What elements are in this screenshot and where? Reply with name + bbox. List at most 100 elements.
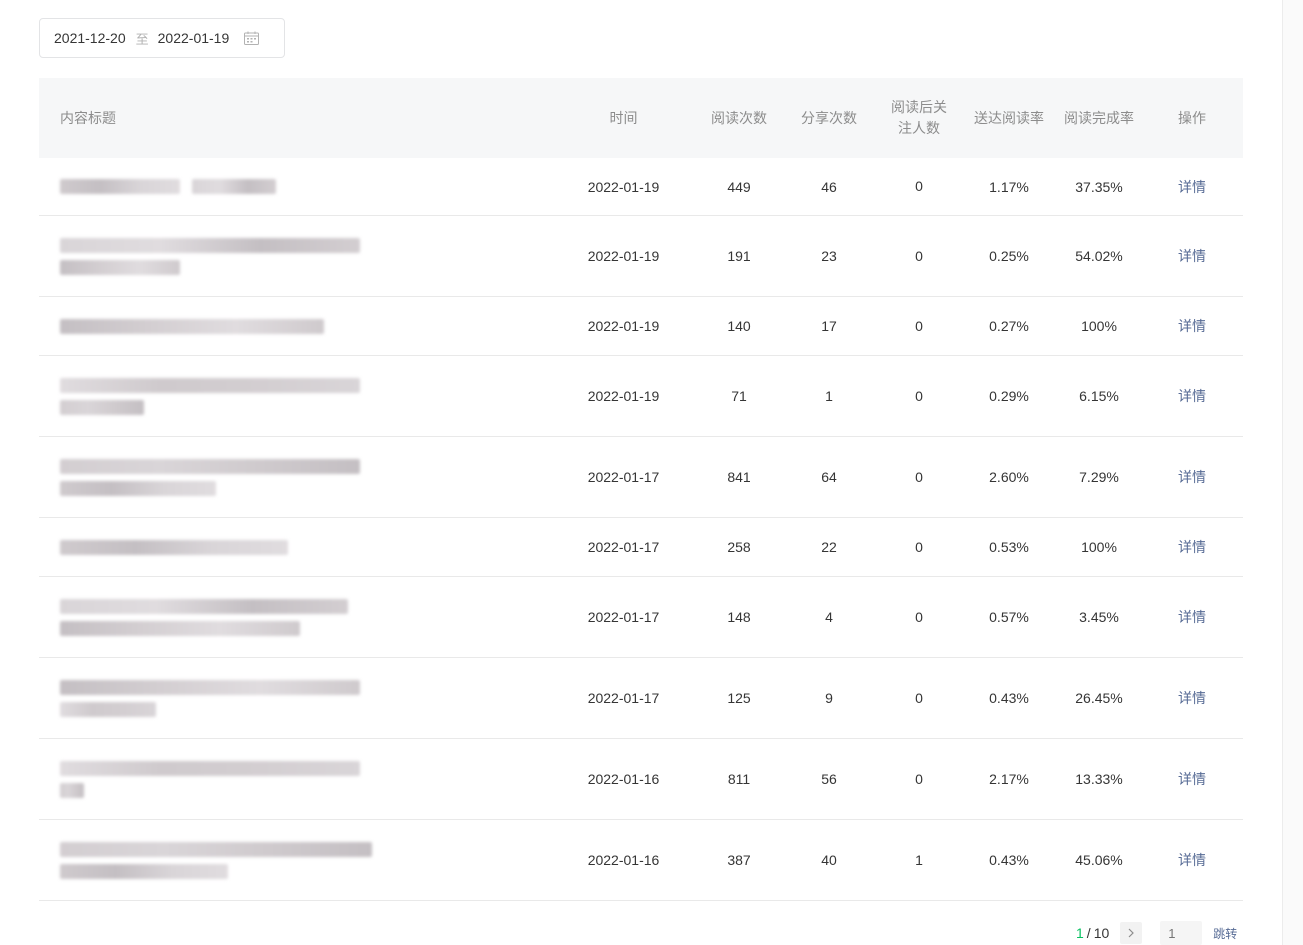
cell-delivery-rate: 2.17% [989, 771, 1029, 787]
cell-shares: 56 [821, 771, 837, 787]
cell-follows: 0 [915, 608, 923, 625]
cell-action: 详情 [1141, 177, 1243, 197]
cell-completion-rate: 3.45% [1079, 609, 1119, 625]
detail-link[interactable]: 详情 [1178, 248, 1206, 264]
cell-delivery-rate: 0.25% [989, 248, 1029, 264]
pagination: 1 / 10 跳转 [1076, 921, 1237, 945]
cell-delivery-rate: 0.53% [989, 539, 1029, 555]
cell-title-redacted [39, 377, 550, 415]
cell-completion-rate: 26.45% [1075, 690, 1123, 706]
jump-button[interactable]: 跳转 [1213, 925, 1237, 942]
redacted-title-text [60, 458, 360, 474]
cell-action: 详情 [1141, 246, 1243, 266]
date-range-separator: 至 [135, 31, 149, 47]
cell-completion-rate: 6.15% [1079, 388, 1119, 404]
next-page-button[interactable] [1120, 922, 1143, 944]
redacted-title-text [192, 179, 276, 194]
cell-time: 2022-01-17 [587, 539, 660, 555]
cell-follows: 0 [915, 387, 923, 404]
cell-completion-rate: 100% [1081, 318, 1117, 334]
cell-follows: 0 [915, 247, 923, 264]
cell-time: 2022-01-19 [587, 178, 660, 195]
date-range-picker[interactable]: 2021-12-20 至 2022-01-19 [39, 18, 285, 58]
table-row: 2022-01-19 140 17 0 0.27% 100% 详情 [39, 297, 1243, 356]
cell-shares: 40 [821, 852, 837, 868]
cell-completion-rate: 54.02% [1075, 248, 1123, 264]
cell-action: 详情 [1141, 607, 1243, 627]
redacted-title-text [60, 399, 144, 415]
cell-reads: 811 [727, 771, 751, 787]
page-number-input[interactable] [1160, 921, 1203, 945]
cell-completion-rate: 13.33% [1075, 771, 1123, 787]
cell-title-redacted [39, 539, 550, 555]
redacted-title-text [60, 377, 360, 393]
redacted-title-text [60, 237, 360, 253]
chevron-right-icon [1128, 928, 1135, 938]
table-body: 2022-01-19 449 46 0 1.17% 37.35% 详情 2022-01-19 1… [39, 158, 1243, 901]
header-action: 操作 [1178, 110, 1206, 126]
cell-action: 详情 [1141, 467, 1243, 487]
cell-title-redacted [39, 458, 550, 496]
cell-action: 详情 [1141, 769, 1243, 789]
table-row: 2022-01-17 125 9 0 0.43% 26.45% 详情 [39, 658, 1243, 739]
cell-time: 2022-01-19 [587, 388, 660, 404]
redacted-title-text [60, 841, 372, 857]
detail-link[interactable]: 详情 [1178, 539, 1206, 555]
table-row: 2022-01-16 811 56 0 2.17% 13.33% 详情 [39, 739, 1243, 820]
redacted-title-text [60, 318, 324, 334]
cell-completion-rate: 100% [1081, 539, 1117, 555]
cell-time: 2022-01-17 [587, 690, 660, 706]
cell-follows: 0 [915, 689, 923, 706]
calendar-icon[interactable] [243, 30, 259, 46]
cell-delivery-rate: 0.43% [989, 690, 1029, 706]
pagination-separator: / [1086, 925, 1091, 941]
cell-reads: 191 [727, 248, 751, 264]
cell-title-redacted [39, 598, 550, 636]
detail-link[interactable]: 详情 [1178, 469, 1206, 485]
cell-reads: 258 [727, 539, 751, 555]
detail-link[interactable]: 详情 [1178, 690, 1206, 706]
cell-title-redacted [39, 841, 550, 879]
redacted-title-text [60, 598, 348, 614]
cell-reads: 841 [727, 469, 751, 485]
pagination-total-pages: 10 [1093, 925, 1110, 941]
cell-reads: 449 [727, 178, 751, 195]
cell-follows: 1 [915, 851, 923, 868]
date-range-end[interactable]: 2022-01-19 [158, 30, 230, 46]
redacted-title-text [60, 863, 228, 879]
table-row: 2022-01-19 71 1 0 0.29% 6.15% 详情 [39, 356, 1243, 437]
table-header: 内容标题 时间 阅读次数 分享次数 阅读后关注人数 送达阅读率 阅读完成率 操作 [39, 78, 1243, 158]
redacted-title-text [60, 620, 300, 636]
header-shares: 分享次数 [801, 110, 857, 126]
cell-completion-rate: 37.35% [1075, 178, 1123, 195]
cell-delivery-rate: 2.60% [989, 469, 1029, 485]
date-range-start[interactable]: 2021-12-20 [54, 30, 126, 46]
redacted-title-text [60, 179, 180, 194]
cell-shares: 64 [821, 469, 837, 485]
detail-link[interactable]: 详情 [1178, 609, 1206, 625]
table-row: 2022-01-17 148 4 0 0.57% 3.45% 详情 [39, 577, 1243, 658]
header-follows: 阅读后关注人数 [891, 99, 947, 136]
detail-link[interactable]: 详情 [1178, 771, 1206, 787]
cell-delivery-rate: 0.29% [989, 388, 1029, 404]
cell-follows: 0 [915, 178, 923, 194]
cell-action: 详情 [1141, 316, 1243, 336]
detail-link[interactable]: 详情 [1178, 179, 1206, 195]
cell-delivery-rate: 0.57% [989, 609, 1029, 625]
cell-shares: 1 [825, 388, 833, 404]
redacted-title-text [60, 480, 216, 496]
cell-completion-rate: 7.29% [1079, 469, 1119, 485]
detail-link[interactable]: 详情 [1178, 388, 1206, 404]
cell-completion-rate: 45.06% [1075, 852, 1123, 868]
cell-action: 详情 [1141, 386, 1243, 406]
cell-time: 2022-01-19 [587, 318, 660, 334]
detail-link[interactable]: 详情 [1178, 318, 1206, 334]
cell-follows: 0 [915, 538, 923, 555]
detail-link[interactable]: 详情 [1178, 852, 1206, 868]
scrollbar-track[interactable] [1283, 0, 1303, 945]
table-row: 2022-01-17 258 22 0 0.53% 100% 详情 [39, 518, 1243, 577]
article-stats-table: 内容标题 时间 阅读次数 分享次数 阅读后关注人数 送达阅读率 阅读完成率 操作… [39, 78, 1243, 901]
cell-time: 2022-01-16 [587, 852, 660, 868]
cell-follows: 0 [915, 317, 923, 334]
pagination-current-page: 1 [1076, 925, 1084, 941]
